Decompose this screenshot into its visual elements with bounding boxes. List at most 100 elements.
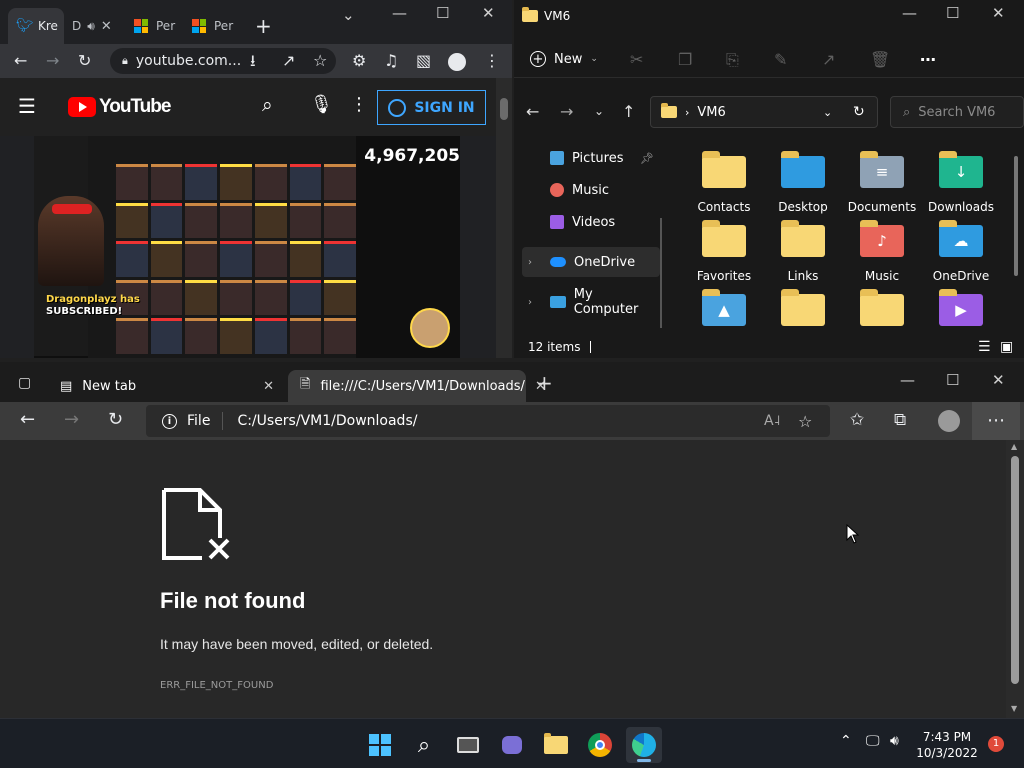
- scroll-down-icon[interactable]: ▼: [1011, 704, 1017, 713]
- url-bar[interactable]: 🔒︎ youtube.com...: [110, 48, 336, 74]
- favorites-icon[interactable]: ✩: [850, 410, 864, 430]
- sidebar-scrollbar[interactable]: [660, 218, 662, 328]
- back-arrow-icon[interactable]: ←: [20, 410, 35, 430]
- chrome-tab-microsoft-1[interactable]: Per: [126, 8, 184, 44]
- star-icon[interactable]: ☆: [313, 51, 327, 71]
- share-icon[interactable]: ↗: [822, 50, 835, 69]
- folder-item-11[interactable]: [842, 289, 922, 338]
- delete-icon[interactable]: 🗑︎: [870, 50, 890, 69]
- scroll-up-icon[interactable]: ▲: [1011, 442, 1017, 451]
- explorer-search-input[interactable]: ⌕ Search VM6: [890, 96, 1024, 128]
- edge-address-bar[interactable]: i File C:/Users/VM1/Downloads/ A˨ ☆: [146, 405, 830, 437]
- tab-actions-icon[interactable]: ▢: [18, 375, 31, 391]
- maximize-icon[interactable]: ☐: [946, 4, 959, 22]
- explorer-address-bar[interactable]: › VM6 ⌄ ↻: [650, 96, 878, 128]
- folder-item-10[interactable]: [763, 289, 843, 338]
- share-icon[interactable]: ↗: [282, 51, 295, 71]
- edge-taskbar-button[interactable]: [626, 727, 662, 763]
- paste-icon[interactable]: ⎘: [726, 50, 739, 70]
- video-player[interactable]: 4,967,205 Dragonplayz has SUBSCRIBED!: [34, 136, 460, 358]
- minimize-icon[interactable]: —: [900, 371, 915, 389]
- scrollbar-thumb[interactable]: [1011, 456, 1019, 684]
- chevron-down-icon[interactable]: ⌄: [342, 6, 355, 24]
- profile-avatar-icon[interactable]: [448, 53, 466, 71]
- info-icon[interactable]: i: [162, 413, 177, 429]
- show-hidden-icons-chevron-icon[interactable]: ⌃: [840, 733, 852, 749]
- volume-icon[interactable]: 🔊︎: [890, 733, 899, 749]
- chrome-menu-icon[interactable]: ⋮: [484, 51, 500, 71]
- notification-badge[interactable]: 1: [988, 736, 1004, 752]
- maximize-icon[interactable]: ☐: [946, 371, 959, 389]
- details-view-icon[interactable]: ☰: [978, 339, 991, 355]
- chevron-right-icon[interactable]: ›: [528, 257, 532, 268]
- media-control-icon[interactable]: ♫: [384, 51, 398, 71]
- forward-arrow-icon[interactable]: →: [64, 410, 79, 430]
- folder-music[interactable]: ♪ Music: [842, 220, 922, 283]
- chevron-down-icon[interactable]: ⌄: [823, 106, 832, 119]
- add-favorite-icon[interactable]: ☆: [798, 412, 812, 431]
- microphone-icon[interactable]: 🎙︎: [310, 94, 333, 115]
- folder-favorites[interactable]: Favorites: [684, 220, 764, 283]
- maximize-icon[interactable]: ☐: [436, 4, 449, 22]
- folder-onedrive[interactable]: ☁ OneDrive: [921, 220, 1001, 283]
- taskbar-clock[interactable]: 7:43 PM 10/3/2022: [912, 729, 982, 761]
- more-options-icon[interactable]: ⋮: [350, 94, 368, 115]
- new-tab-plus-icon[interactable]: +: [536, 371, 553, 395]
- large-icons-view-icon[interactable]: ▣: [1000, 339, 1013, 355]
- profile-avatar-icon[interactable]: [938, 410, 960, 432]
- file-explorer-taskbar-button[interactable]: [538, 727, 574, 763]
- chrome-tab-youtube[interactable]: D 🔊︎ ✕: [64, 8, 126, 44]
- explorer-scrollbar[interactable]: [1014, 156, 1018, 276]
- close-window-icon[interactable]: ✕: [992, 371, 1005, 389]
- start-button[interactable]: [362, 727, 398, 763]
- sidebar-item-my-computer[interactable]: › My Computer: [522, 287, 660, 317]
- hamburger-menu-icon[interactable]: ☰: [18, 94, 36, 118]
- task-view-button[interactable]: [450, 727, 486, 763]
- folder-desktop[interactable]: Desktop: [763, 151, 843, 214]
- new-tab-plus-icon[interactable]: +: [255, 14, 272, 38]
- back-arrow-icon[interactable]: ←: [14, 51, 27, 71]
- install-icon[interactable]: ⭳: [250, 51, 256, 71]
- chrome-tab-twitter[interactable]: 🐦︎ Kre: [8, 8, 64, 44]
- forward-arrow-icon[interactable]: →: [46, 51, 59, 71]
- reload-icon[interactable]: ↻: [108, 410, 123, 430]
- close-icon[interactable]: ✕: [101, 19, 112, 34]
- side-panel-icon[interactable]: ▧: [416, 51, 431, 71]
- edge-tab-new-tab[interactable]: ▤ New tab ✕: [48, 370, 286, 402]
- folder-links[interactable]: Links: [763, 220, 843, 283]
- close-window-icon[interactable]: ✕: [992, 4, 1005, 22]
- rename-icon[interactable]: ✎: [774, 50, 787, 69]
- copy-icon[interactable]: ❐: [678, 50, 692, 69]
- chrome-scrollbar[interactable]: [496, 78, 512, 358]
- settings-more-icon[interactable]: ⋯: [972, 402, 1020, 440]
- read-aloud-icon[interactable]: A˨: [764, 413, 780, 429]
- sidebar-item-videos[interactable]: Videos: [522, 207, 660, 237]
- audio-icon[interactable]: 🔊︎: [87, 19, 95, 34]
- youtube-logo[interactable]: YouTube: [68, 96, 171, 118]
- folder-documents[interactable]: ≡ Documents: [842, 151, 922, 214]
- chrome-taskbar-button[interactable]: [582, 727, 618, 763]
- folder-downloads[interactable]: ↓ Downloads: [921, 151, 1001, 214]
- refresh-icon[interactable]: ↻: [853, 104, 865, 120]
- collections-icon[interactable]: ⧉: [894, 410, 906, 430]
- close-window-icon[interactable]: ✕: [482, 4, 495, 22]
- close-icon[interactable]: ✕: [263, 379, 274, 394]
- chrome-tab-microsoft-2[interactable]: Per: [184, 8, 242, 44]
- cut-icon[interactable]: ✂: [630, 50, 643, 69]
- sidebar-item-pictures[interactable]: Pictures 📌︎: [522, 143, 660, 173]
- forward-arrow-icon[interactable]: →: [560, 102, 573, 121]
- chevron-right-icon[interactable]: ›: [528, 297, 532, 308]
- extensions-icon[interactable]: ⚙: [352, 51, 366, 71]
- up-arrow-icon[interactable]: ↑: [622, 102, 635, 121]
- reload-icon[interactable]: ↻: [78, 51, 91, 71]
- sign-in-button[interactable]: SIGN IN: [377, 90, 486, 125]
- folder-pictures[interactable]: ▲: [684, 289, 764, 338]
- edge-scrollbar[interactable]: ▲ ▼: [1006, 440, 1024, 718]
- minimize-icon[interactable]: —: [902, 4, 917, 22]
- edge-tab-downloads[interactable]: 🗎︎ file:///C:/Users/VM1/Downloads/ ✕: [288, 370, 546, 402]
- new-button[interactable]: + New ⌄: [530, 46, 598, 72]
- chat-button[interactable]: [494, 727, 530, 763]
- more-options-icon[interactable]: ⋯: [920, 50, 936, 69]
- folder-contacts[interactable]: Contacts: [684, 151, 764, 214]
- sidebar-item-onedrive[interactable]: › OneDrive: [522, 247, 660, 277]
